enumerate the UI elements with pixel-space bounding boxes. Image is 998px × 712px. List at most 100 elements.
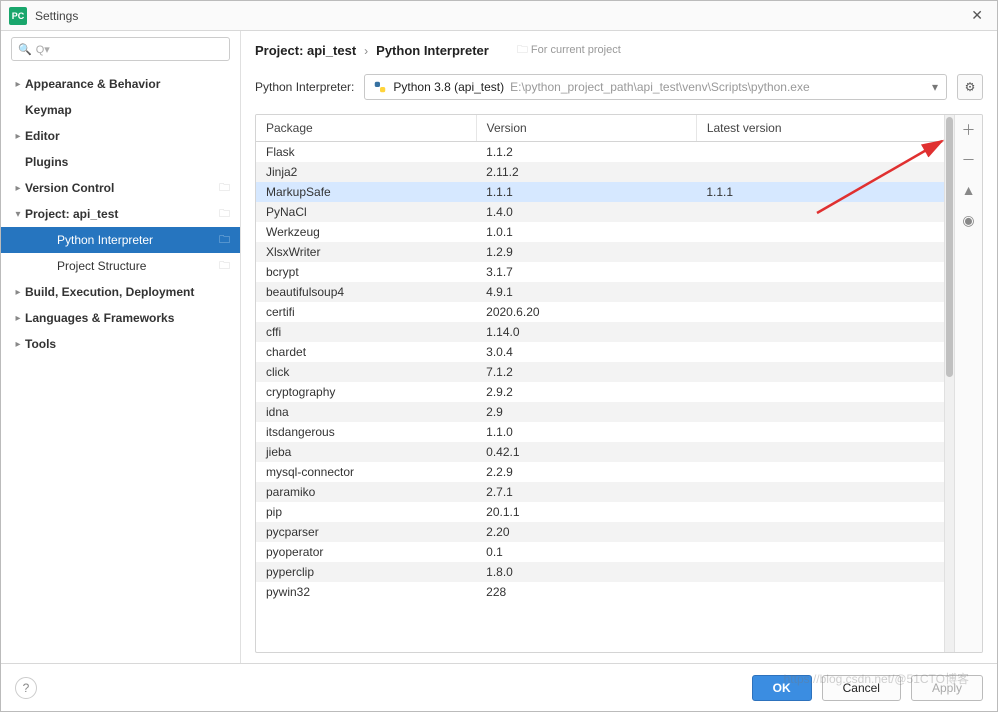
sidebar-item-project-structure[interactable]: Project Structure 🗀 <box>1 253 240 279</box>
cell-latest <box>696 202 944 222</box>
search-placeholder: Q▾ <box>36 43 50 56</box>
cell-name: PyNaCl <box>256 202 476 222</box>
chevron-icon <box>11 313 25 324</box>
sidebar-item-label: Project Structure <box>57 259 146 273</box>
package-area: Package Version Latest version Flask1.1.… <box>255 114 983 653</box>
table-row[interactable]: pyperclip1.8.0 <box>256 562 944 582</box>
table-row[interactable]: pywin32228 <box>256 582 944 602</box>
cell-latest <box>696 342 944 362</box>
cell-version: 1.1.1 <box>476 182 696 202</box>
table-row[interactable]: Flask1.1.2 <box>256 142 944 163</box>
table-row[interactable]: mysql-connector2.2.9 <box>256 462 944 482</box>
cell-name: XlsxWriter <box>256 242 476 262</box>
table-row[interactable]: certifi2020.6.20 <box>256 302 944 322</box>
app-icon: PC <box>9 7 27 25</box>
cell-name: paramiko <box>256 482 476 502</box>
table-row[interactable]: click7.1.2 <box>256 362 944 382</box>
cell-version: 2.7.1 <box>476 482 696 502</box>
table-row[interactable]: jieba0.42.1 <box>256 442 944 462</box>
search-input[interactable]: 🔍 Q▾ <box>11 37 230 61</box>
table-row[interactable]: paramiko2.7.1 <box>256 482 944 502</box>
sidebar-item-keymap[interactable]: Keymap <box>1 97 240 123</box>
cell-name: bcrypt <box>256 262 476 282</box>
sidebar-item-label: Appearance & Behavior <box>25 77 160 91</box>
interpreter-settings-button[interactable]: ⚙ <box>957 74 983 100</box>
cell-version: 1.2.9 <box>476 242 696 262</box>
cell-name: MarkupSafe <box>256 182 476 202</box>
table-row[interactable]: PyNaCl1.4.0 <box>256 202 944 222</box>
scope-badge: For current project <box>517 41 621 60</box>
col-version[interactable]: Version <box>476 115 696 142</box>
cell-name: pyperclip <box>256 562 476 582</box>
table-row[interactable]: Jinja22.11.2 <box>256 162 944 182</box>
apply-button[interactable]: Apply <box>911 675 983 701</box>
col-latest[interactable]: Latest version <box>696 115 944 142</box>
cell-latest <box>696 502 944 522</box>
help-icon: ? <box>23 681 30 695</box>
package-table-scroll[interactable]: Package Version Latest version Flask1.1.… <box>256 115 944 652</box>
table-row[interactable]: idna2.9 <box>256 402 944 422</box>
sidebar-item-python-interpreter[interactable]: Python Interpreter🗀 <box>1 227 240 253</box>
scrollbar-thumb[interactable] <box>946 117 953 377</box>
cell-version: 4.9.1 <box>476 282 696 302</box>
cancel-button[interactable]: Cancel <box>822 675 901 701</box>
add-package-button[interactable]: ＋ <box>960 121 978 139</box>
package-toolbar: ＋ － ▲ ◉ <box>954 115 982 652</box>
cell-version: 20.1.1 <box>476 502 696 522</box>
help-button[interactable]: ? <box>15 677 37 699</box>
table-row[interactable]: pip20.1.1 <box>256 502 944 522</box>
python-icon <box>373 80 387 94</box>
cell-version: 2.9.2 <box>476 382 696 402</box>
cell-latest <box>696 382 944 402</box>
chevron-icon <box>11 79 25 90</box>
sidebar-item-vcs[interactable]: Version Control🗀 <box>1 175 240 201</box>
cell-name: idna <box>256 402 476 422</box>
sidebar-item-lang[interactable]: Languages & Frameworks <box>1 305 240 331</box>
table-row[interactable]: cryptography2.9.2 <box>256 382 944 402</box>
table-row[interactable]: Werkzeug1.0.1 <box>256 222 944 242</box>
plus-icon: ＋ <box>962 120 976 140</box>
search-icon: 🔍 <box>18 43 32 56</box>
sidebar-item-project[interactable]: Project: api_test🗀 <box>1 201 240 227</box>
table-row[interactable]: pyoperator0.1 <box>256 542 944 562</box>
table-row[interactable]: pycparser2.20 <box>256 522 944 542</box>
project-scope-icon: 🗀 <box>219 257 230 276</box>
project-scope-icon: 🗀 <box>219 179 230 198</box>
cell-latest <box>696 282 944 302</box>
remove-package-button[interactable]: － <box>960 151 978 169</box>
cell-latest <box>696 322 944 342</box>
show-early-releases-button[interactable]: ◉ <box>960 211 978 229</box>
cell-latest <box>696 522 944 542</box>
table-row[interactable]: bcrypt3.1.7 <box>256 262 944 282</box>
sidebar-item-build[interactable]: Build, Execution, Deployment <box>1 279 240 305</box>
table-row[interactable]: cffi1.14.0 <box>256 322 944 342</box>
col-package[interactable]: Package <box>256 115 476 142</box>
ok-button[interactable]: OK <box>752 675 812 701</box>
gear-icon: ⚙ <box>965 80 976 94</box>
close-icon[interactable]: ✕ <box>965 5 989 26</box>
cell-version: 1.14.0 <box>476 322 696 342</box>
table-row[interactable]: beautifulsoup44.9.1 <box>256 282 944 302</box>
sidebar-item-label: Editor <box>25 129 60 143</box>
cell-version: 1.4.0 <box>476 202 696 222</box>
upgrade-package-button[interactable]: ▲ <box>960 181 978 199</box>
cell-name: click <box>256 362 476 382</box>
interpreter-select[interactable]: Python 3.8 (api_test) E:\python_project_… <box>364 74 947 100</box>
sidebar-item-label: Tools <box>25 337 56 351</box>
sidebar: 🔍 Q▾ Appearance & Behavior Keymap Editor Pl… <box>1 31 241 663</box>
sidebar-item-plugins[interactable]: Plugins <box>1 149 240 175</box>
cell-name: Flask <box>256 142 476 163</box>
cell-name: pip <box>256 502 476 522</box>
table-row[interactable]: chardet3.0.4 <box>256 342 944 362</box>
sidebar-item-editor[interactable]: Editor <box>1 123 240 149</box>
table-row[interactable]: itsdangerous1.1.0 <box>256 422 944 442</box>
scrollbar[interactable] <box>944 115 954 652</box>
sidebar-item-appearance[interactable]: Appearance & Behavior <box>1 71 240 97</box>
dialog-footer: ? OK Cancel Apply <box>1 663 997 711</box>
sidebar-item-tools[interactable]: Tools <box>1 331 240 357</box>
sidebar-item-label: Project: api_test <box>25 207 118 221</box>
table-row[interactable]: XlsxWriter1.2.9 <box>256 242 944 262</box>
table-row[interactable]: MarkupSafe1.1.11.1.1 <box>256 182 944 202</box>
cell-latest <box>696 362 944 382</box>
cell-name: mysql-connector <box>256 462 476 482</box>
